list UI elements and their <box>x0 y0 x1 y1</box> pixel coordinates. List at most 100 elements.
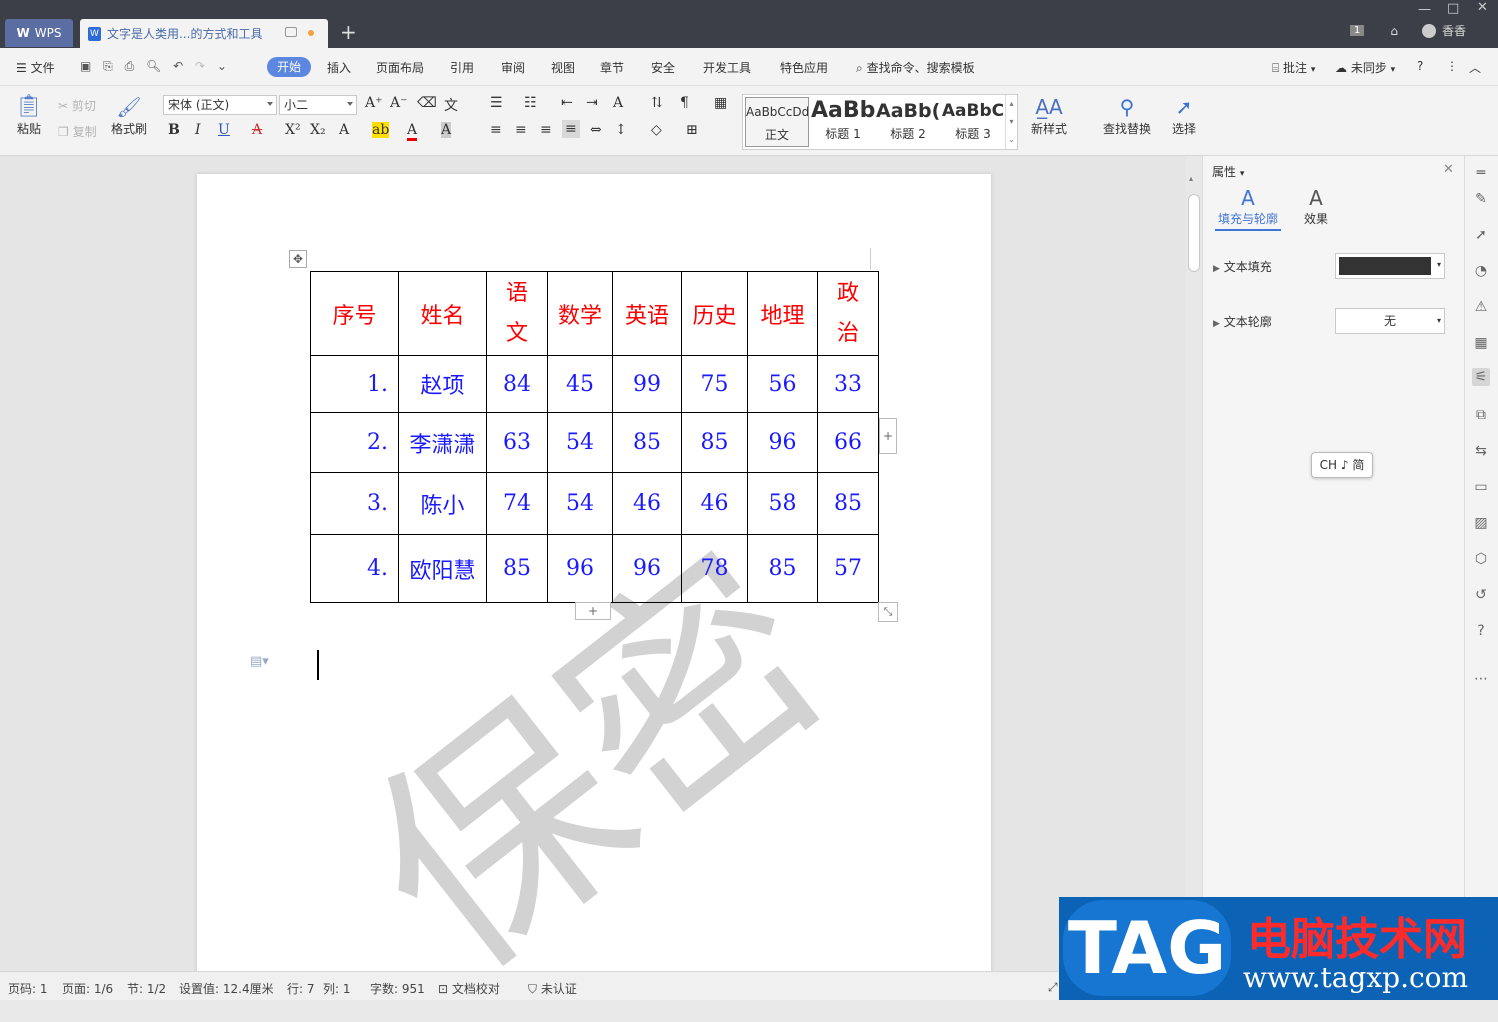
align-left-icon[interactable]: ≡ <box>490 122 502 138</box>
file-menu[interactable]: ☰ 文件 <box>16 59 55 76</box>
tab-references[interactable]: 引用 <box>450 59 474 76</box>
shrink-font-icon[interactable]: A⁻ <box>390 95 408 111</box>
align-center-icon[interactable]: ≡ <box>515 122 527 138</box>
shield-icon[interactable]: ⬡ <box>1472 550 1490 568</box>
highlight-icon[interactable]: ab <box>372 122 390 138</box>
text-outline-row[interactable]: ▶ 文本轮廓 <box>1213 313 1272 330</box>
picture-frame-icon[interactable]: ⧉ <box>1472 406 1490 424</box>
status-word-count[interactable]: 字数: 951 <box>370 980 425 997</box>
sync-button[interactable]: ☁ 未同步 ▾ <box>1335 59 1395 76</box>
show-marks-icon[interactable]: ¶ <box>680 95 689 111</box>
undo-icon[interactable]: ↶ <box>173 59 183 73</box>
vertical-scrollbar[interactable]: ▴ <box>1186 156 1202 971</box>
maximize-icon[interactable]: □ <box>1447 1 1459 16</box>
scroll-up-icon[interactable]: ▴ <box>1189 174 1193 183</box>
table-cell[interactable]: 63 <box>486 412 548 473</box>
properties-icon[interactable]: ⚟ <box>1472 368 1490 386</box>
shading-icon[interactable]: ◇ <box>651 122 662 138</box>
cut-button[interactable]: ✂ 剪切 <box>58 97 96 114</box>
font-color-icon[interactable]: A <box>407 122 418 141</box>
header-cell[interactable]: 数学 <box>547 271 613 356</box>
table-cell[interactable]: 1. <box>310 355 399 413</box>
find-replace-button[interactable]: ⚲ 查找替换 <box>1099 94 1155 137</box>
fill-icon[interactable]: ⚠ <box>1472 298 1490 316</box>
style-heading-3[interactable]: AaBbC 标题 3 <box>941 97 1005 147</box>
table-cell[interactable]: 85 <box>817 472 879 535</box>
change-case-icon[interactable]: A <box>613 95 623 111</box>
table-cell[interactable]: 2. <box>310 412 399 473</box>
scroll-thumb[interactable] <box>1188 194 1200 272</box>
status-page-code[interactable]: 页码: 1 <box>8 980 48 997</box>
table-cell[interactable]: 赵项 <box>398 355 487 413</box>
print-icon[interactable]: ⎙ <box>125 59 135 73</box>
new-tab-button[interactable]: + <box>340 20 357 44</box>
user-avatar-icon[interactable] <box>1422 23 1436 38</box>
tab-developer[interactable]: 开发工具 <box>703 59 751 76</box>
add-column-button[interactable]: + <box>879 418 897 454</box>
user-name[interactable]: 香香 <box>1442 22 1466 39</box>
table-cell[interactable]: 陈小 <box>398 472 487 535</box>
proofread-button[interactable]: ⊡ 文档校对 <box>438 980 500 997</box>
header-cell[interactable]: 地理 <box>747 271 818 356</box>
borders-icon[interactable]: ⊞ <box>686 122 698 138</box>
table-cell[interactable]: 54 <box>547 472 613 535</box>
font-size-select[interactable]: 小二 <box>279 95 357 115</box>
table-move-handle[interactable]: ✥ <box>289 250 307 268</box>
export-pdf-icon[interactable]: ⎘ <box>103 59 113 73</box>
style-heading-1[interactable]: AaBb 标题 1 <box>811 97 875 147</box>
table-cell[interactable]: 66 <box>817 412 879 473</box>
page-count-badge[interactable]: 1 <box>1350 25 1365 36</box>
table-cell[interactable]: 欧阳慧 <box>398 534 487 603</box>
table-cell[interactable]: 李潇潇 <box>398 412 487 473</box>
justify-icon[interactable]: ≡ <box>562 120 580 138</box>
minimize-icon[interactable]: — <box>1418 2 1431 17</box>
distribute-icon[interactable]: ⇔ <box>590 122 602 138</box>
help-circle-icon[interactable]: ? <box>1472 622 1490 640</box>
comment-button[interactable]: ⌸ 批注 ▾ <box>1272 59 1315 76</box>
more-options-icon[interactable]: ⋮ <box>1446 59 1458 73</box>
sort-icon[interactable]: ⇅ <box>651 95 663 111</box>
add-row-button[interactable]: + <box>575 602 611 620</box>
table-cell[interactable]: 56 <box>747 355 818 413</box>
clear-format-icon[interactable]: ⌫ <box>417 95 437 111</box>
style-heading-2[interactable]: AaBb( 标题 2 <box>876 97 940 147</box>
format-painter-button[interactable]: 🖌︎ 格式刷 <box>111 94 147 137</box>
panel-title[interactable]: 属性 ▾ <box>1212 163 1244 180</box>
tab-special[interactable]: 特色应用 <box>780 59 828 76</box>
fullscreen-icon[interactable]: ⤢ <box>1048 980 1058 995</box>
close-panel-icon[interactable]: ✕ <box>1443 162 1454 177</box>
table-cell[interactable]: 46 <box>612 472 682 535</box>
translate-icon[interactable]: ⇆ <box>1472 442 1490 460</box>
table-cell[interactable]: 57 <box>817 534 879 603</box>
resize-table-icon[interactable]: ⤡ <box>878 602 898 622</box>
shapes-icon[interactable]: ◔ <box>1472 262 1490 280</box>
grow-font-icon[interactable]: A⁺ <box>365 95 383 111</box>
header-cell[interactable]: 语文 <box>486 271 548 356</box>
bold-icon[interactable]: B <box>168 122 180 138</box>
italic-icon[interactable]: I <box>195 122 201 138</box>
save-icon[interactable]: ▣ <box>80 59 91 73</box>
copy-button[interactable]: ❐ 复制 <box>58 123 97 140</box>
style-normal[interactable]: AaBbCcDd 正文 <box>745 97 809 147</box>
table-cell[interactable]: 75 <box>681 355 748 413</box>
text-fill-row[interactable]: ▶ 文本填充 <box>1213 258 1272 275</box>
tab-security[interactable]: 安全 <box>651 59 675 76</box>
font-name-select[interactable]: 宋体 (正文) <box>163 95 277 115</box>
help-icon[interactable]: ? <box>1417 59 1423 73</box>
redo-icon[interactable]: ↷ <box>195 59 205 73</box>
image-icon[interactable]: ▨ <box>1472 514 1490 532</box>
status-page[interactable]: 页面: 1/6 <box>62 980 113 997</box>
pen-icon[interactable]: ✎ <box>1472 190 1490 208</box>
pointer-icon[interactable]: ➚ <box>1472 226 1490 244</box>
subscript-icon[interactable]: X₂ <box>310 122 326 138</box>
table-cell[interactable]: 96 <box>612 534 682 603</box>
text-effect-icon[interactable]: A <box>339 122 349 138</box>
ime-indicator[interactable]: CH ♪ 简 <box>1311 452 1373 478</box>
preview-icon[interactable]: 🔍︎ <box>146 59 161 73</box>
table-cell[interactable]: 33 <box>817 355 879 413</box>
monitor-icon[interactable] <box>285 27 297 37</box>
table-cell[interactable]: 99 <box>612 355 682 413</box>
text-fill-color-picker[interactable]: ▾ <box>1335 253 1445 279</box>
grade-table[interactable]: 序号 姓名 语文 数学 英语 历史 地理 政治 1. 赵项 84 45 99 75 56 33… <box>310 271 879 603</box>
line-spacing-icon[interactable]: ↕ <box>615 122 627 138</box>
